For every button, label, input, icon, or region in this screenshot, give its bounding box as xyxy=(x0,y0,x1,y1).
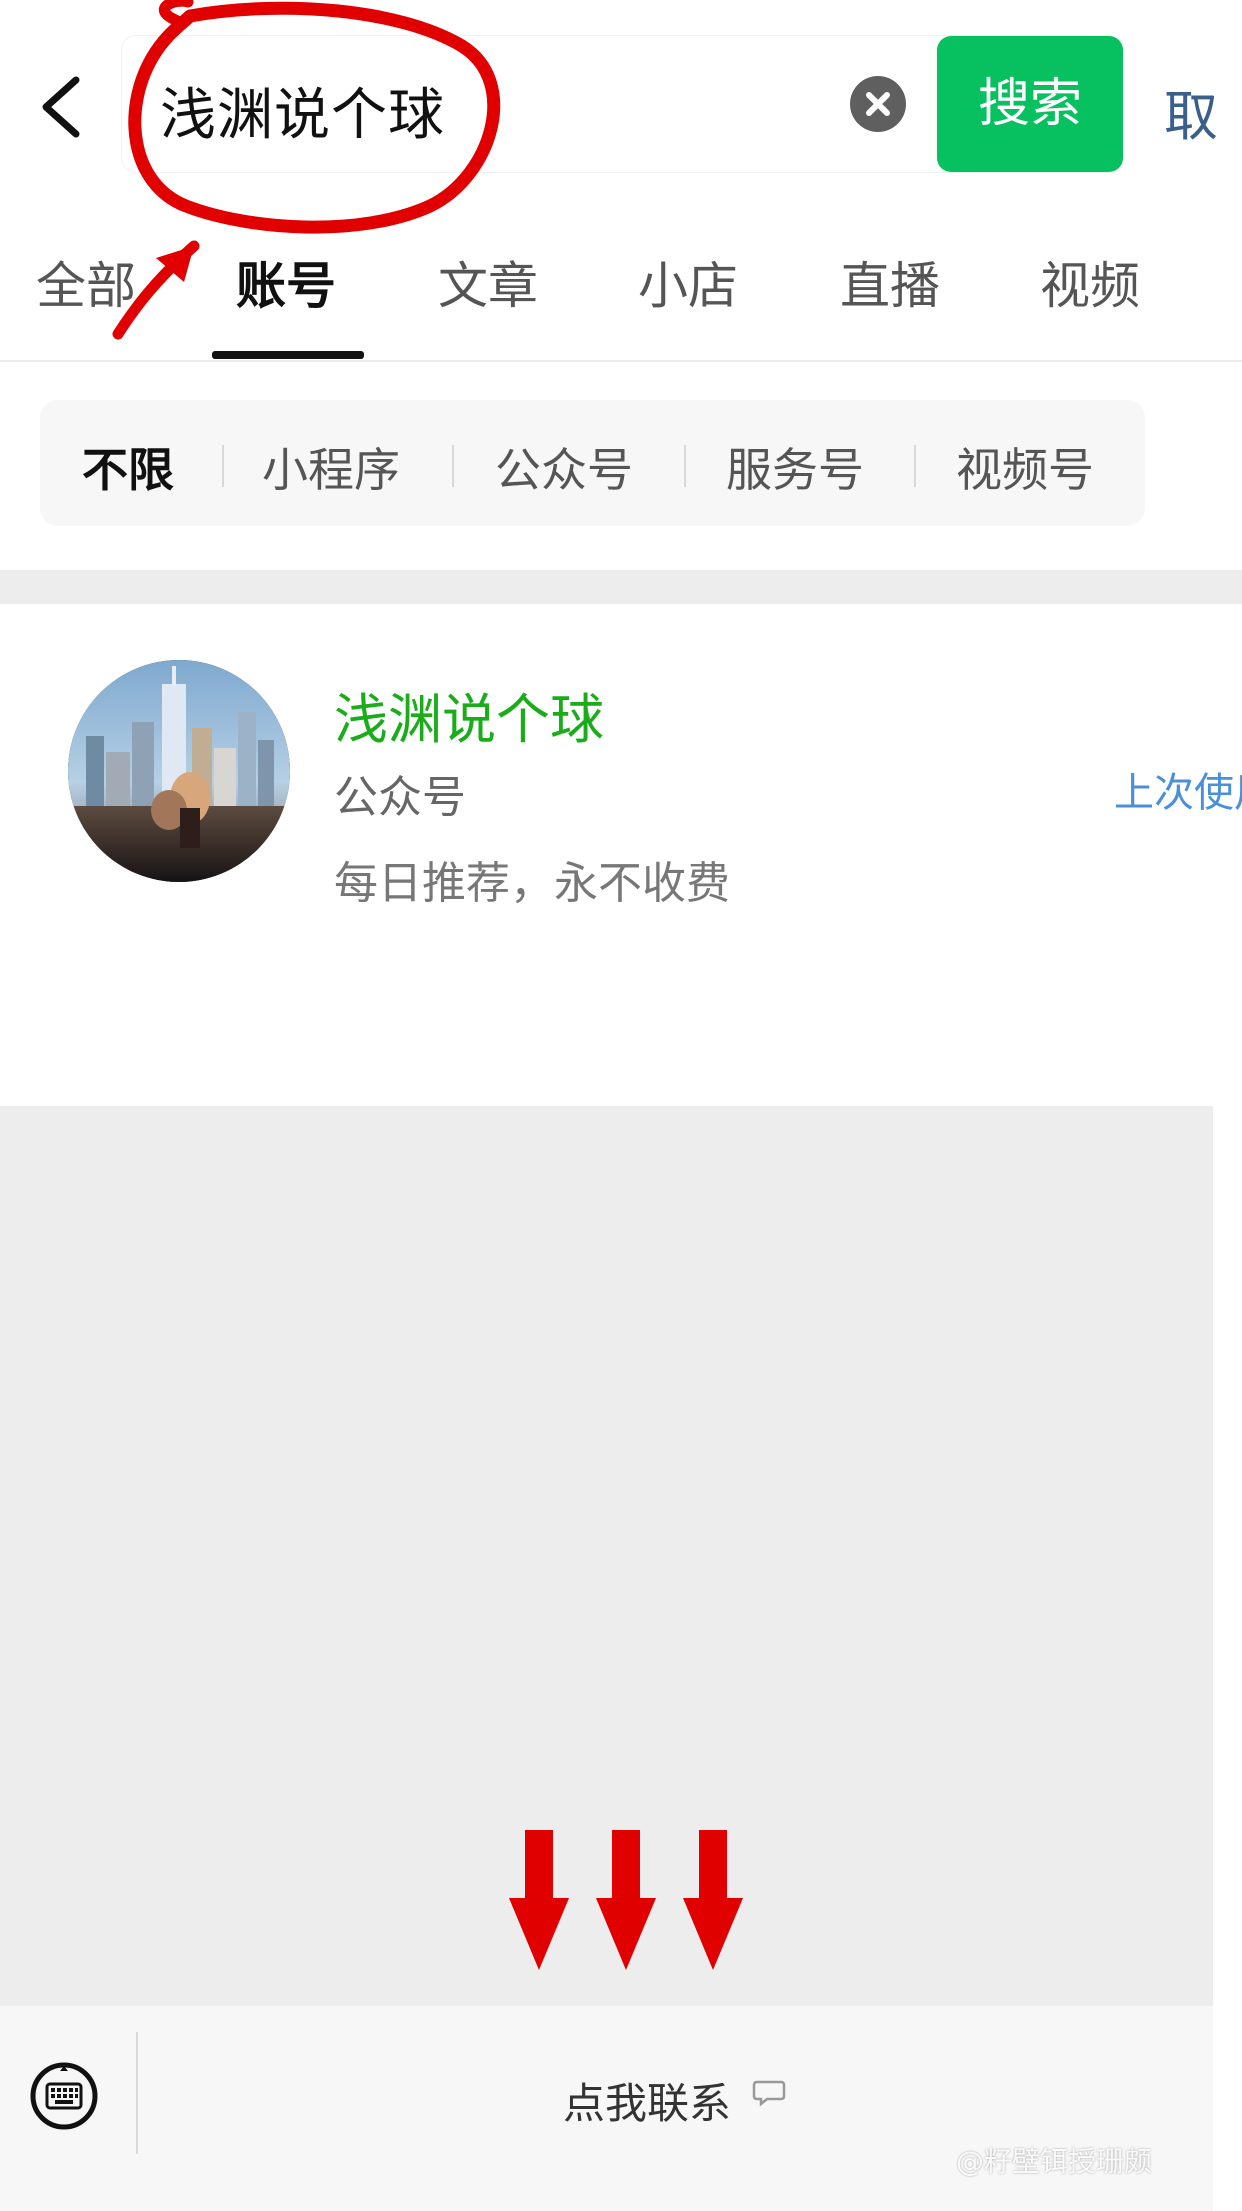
recent-use-badge: 上次使用 xyxy=(1114,770,1242,816)
speech-bubble-icon xyxy=(752,2078,786,2108)
watermark: @籽壁铒授珊颇 xyxy=(956,2145,1153,2178)
active-tab-indicator xyxy=(212,351,364,359)
filter-divider xyxy=(452,445,454,487)
filter-mini-program[interactable]: 小程序 xyxy=(262,434,400,500)
filter-channels[interactable]: 视频号 xyxy=(956,434,1094,500)
filter-divider xyxy=(684,445,686,487)
filter-official-account[interactable]: 公众号 xyxy=(495,434,633,500)
filter-divider xyxy=(914,445,916,487)
filter-divider xyxy=(222,445,224,487)
bottom-bar-divider xyxy=(136,2032,138,2154)
back-chevron-icon[interactable] xyxy=(36,72,88,142)
account-type: 公众号 xyxy=(334,772,466,823)
tab-live[interactable]: 直播 xyxy=(840,246,940,318)
account-description: 每日推荐，永不收费 xyxy=(334,858,730,909)
filter-any[interactable]: 不限 xyxy=(82,434,174,500)
search-input[interactable]: 浅渊说个球 xyxy=(160,70,445,151)
cancel-button[interactable]: 取 xyxy=(1164,72,1218,151)
filter-service-account[interactable]: 服务号 xyxy=(726,434,864,500)
tab-articles[interactable]: 文章 xyxy=(438,246,538,318)
account-title[interactable]: 浅渊说个球 xyxy=(334,675,604,754)
keyboard-icon[interactable] xyxy=(26,2058,102,2134)
result-separator xyxy=(0,570,1242,604)
tab-stores[interactable]: 小店 xyxy=(638,246,738,318)
tab-videos[interactable]: 视频 xyxy=(1040,246,1140,318)
tab-accounts[interactable]: 账号 xyxy=(236,246,336,318)
clear-search-icon[interactable] xyxy=(850,76,906,132)
tab-all[interactable]: 全部 xyxy=(36,246,136,318)
results-background xyxy=(0,1106,1213,2006)
search-button[interactable]: 搜索 xyxy=(937,36,1123,172)
account-avatar xyxy=(68,660,290,882)
wechat-search-page: 浅渊说个球 搜索 取 全部 账号 文章 小店 直播 视频 不限 小程序 公众号 … xyxy=(0,0,1242,2211)
contact-action-button[interactable]: 点我联系 xyxy=(563,2070,731,2131)
